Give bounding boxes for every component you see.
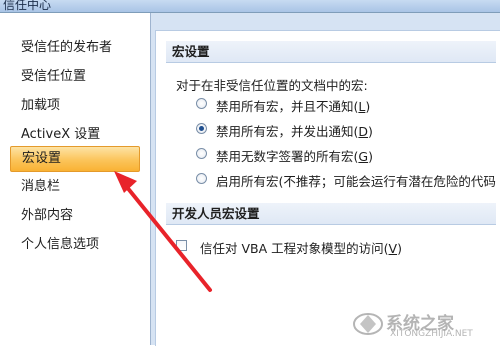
accelerator-key: G <box>358 149 369 164</box>
radio-button[interactable] <box>196 173 207 184</box>
title-bar: 信任中心 <box>0 0 500 13</box>
accelerator-key: L <box>358 99 366 114</box>
watermark-logo-icon <box>353 313 383 335</box>
sidebar-item-trusted-publishers[interactable]: 受信任的发布者 <box>10 35 140 61</box>
sidebar-item-privacy-options[interactable]: 个人信息选项 <box>10 232 140 258</box>
accelerator-key: D <box>358 124 369 139</box>
macro-settings-header: 宏设置 <box>166 41 496 63</box>
developer-settings-header: 开发人员宏设置 <box>166 203 496 225</box>
sidebar-item-message-bar[interactable]: 消息栏 <box>10 174 140 200</box>
settings-panel: 宏设置 对于在非受信任位置的文档中的宏: 禁用所有宏，并且不通知(L) 禁用所有… <box>155 30 500 346</box>
macro-settings-prompt: 对于在非受信任位置的文档中的宏: <box>176 78 368 93</box>
radio-button-selected[interactable] <box>196 123 207 134</box>
checkbox[interactable] <box>176 240 187 251</box>
sidebar-item-activex[interactable]: ActiveX 设置 <box>10 122 140 148</box>
accelerator-key: V <box>388 241 398 256</box>
sidebar-item-external-content[interactable]: 外部内容 <box>10 203 140 229</box>
watermark: 系统之家 XITONGZHIJIA.NET <box>352 307 492 341</box>
radio-label: 禁用无数字签署的所有宏 <box>216 149 354 164</box>
checkbox-label: 信任对 VBA 工程对象模型的访问 <box>200 241 384 256</box>
sidebar-item-add-ins[interactable]: 加载项 <box>10 93 140 119</box>
sidebar-item-trusted-locations[interactable]: 受信任位置 <box>10 64 140 90</box>
radio-dot-icon <box>199 126 204 131</box>
radio-label: 禁用所有宏，并且不通知 <box>216 99 354 114</box>
radio-button[interactable] <box>196 148 207 159</box>
sidebar: 受信任的发布者 受信任位置 加载项 ActiveX 设置 宏设置 消息栏 外部内… <box>0 13 151 345</box>
radio-label: 启用所有宏(不推荐；可能会运行有潜在危险的代码 <box>216 174 496 189</box>
window-title: 信任中心 <box>3 0 52 12</box>
radio-button[interactable] <box>196 98 207 109</box>
sidebar-item-macro-settings[interactable]: 宏设置 <box>10 146 140 172</box>
watermark-url: XITONGZHIJIA.NET <box>390 329 473 339</box>
radio-label: 禁用所有宏，并发出通知 <box>216 124 354 139</box>
